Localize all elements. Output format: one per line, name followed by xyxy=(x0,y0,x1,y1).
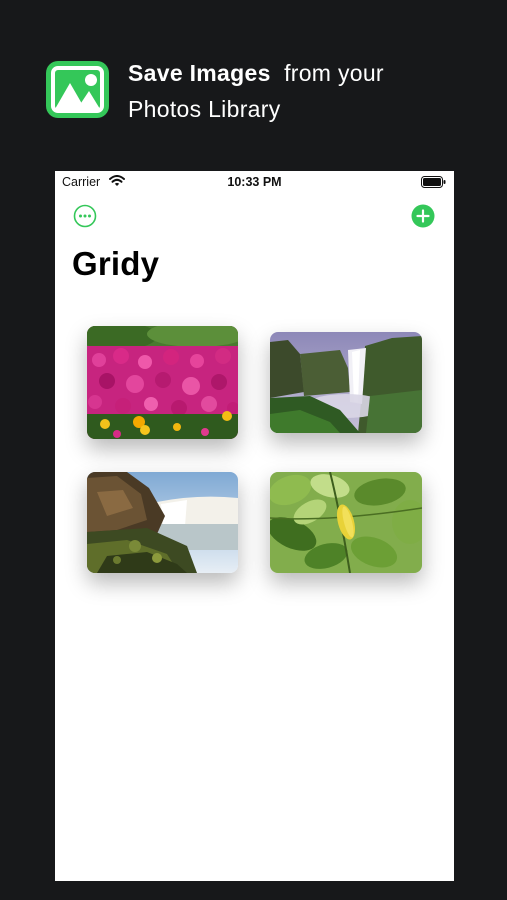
photo-thumbnail-leaves[interactable] xyxy=(270,472,422,573)
promo-header: Save Images from your Photos Library xyxy=(46,55,466,135)
plus-circle-icon xyxy=(411,204,435,228)
phone-screen: Carrier 10:33 PM Gridy xyxy=(55,171,454,881)
promo-headline: Save Images from your Photos Library xyxy=(128,55,468,127)
promo-headline-bold: Save Images xyxy=(128,60,271,86)
status-bar: Carrier 10:33 PM xyxy=(55,171,454,193)
more-options-button[interactable] xyxy=(73,204,97,228)
add-photo-button[interactable] xyxy=(411,204,435,228)
battery-icon xyxy=(421,176,446,191)
promo-headline-line2: Photos Library xyxy=(128,96,281,122)
photo-icon xyxy=(46,61,109,118)
photo-thumbnail-flowers[interactable] xyxy=(87,326,238,439)
photo-thumbnail-shore-falls[interactable] xyxy=(87,472,238,573)
ellipsis-circle-icon xyxy=(73,204,97,228)
photo-thumbnail-waterfall[interactable] xyxy=(270,332,422,433)
promo-headline-rest: from your xyxy=(284,60,384,86)
app-store-screenshot: Save Images from your Photos Library Car… xyxy=(0,0,507,900)
status-time: 10:33 PM xyxy=(227,175,282,189)
page-title: Gridy xyxy=(72,245,160,282)
